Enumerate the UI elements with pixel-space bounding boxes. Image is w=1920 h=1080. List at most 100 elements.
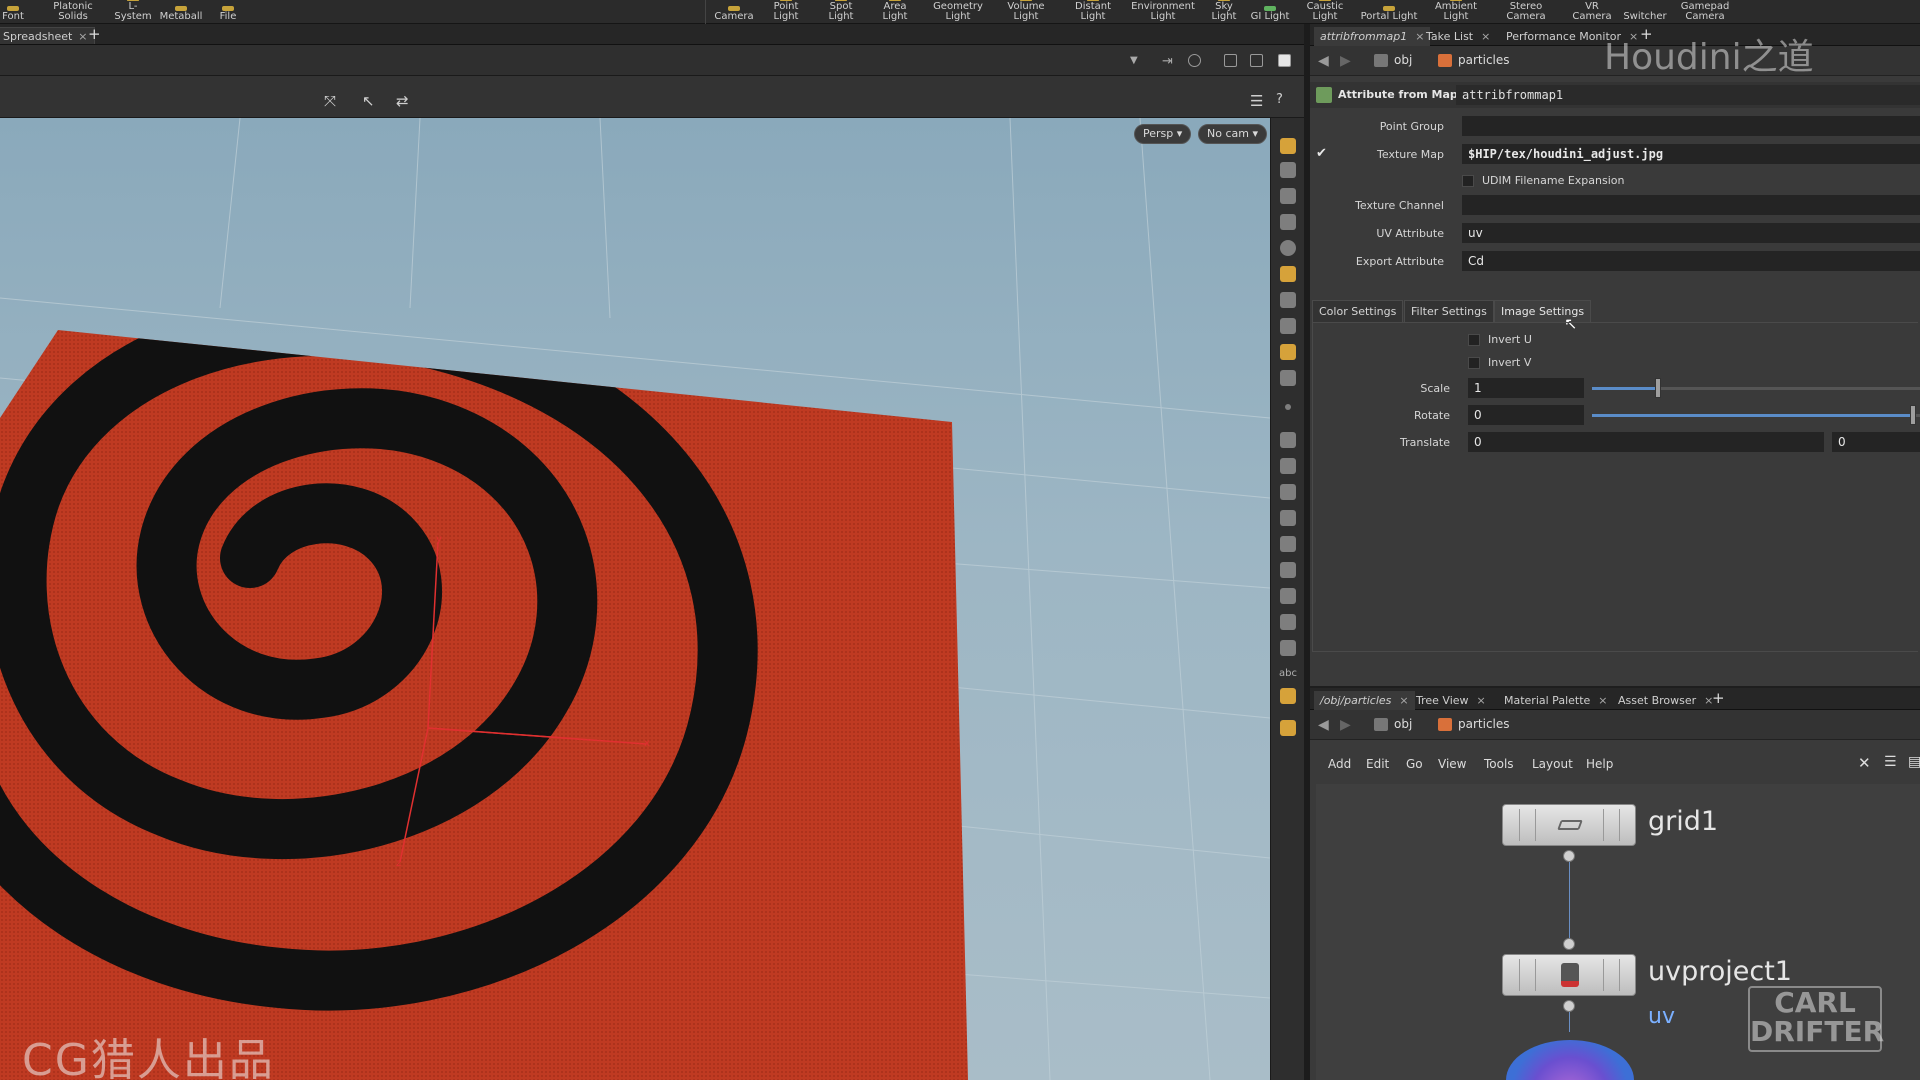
udim-checkbox[interactable] — [1462, 175, 1474, 187]
display-options-icon[interactable] — [1224, 54, 1237, 67]
node-grid1-output[interactable] — [1563, 850, 1575, 862]
shelf-tool-camera[interactable]: Camera — [714, 0, 754, 24]
text-display-toggle[interactable]: abc — [1279, 668, 1297, 679]
shelf-tool-gi-light[interactable]: GI Light — [1250, 0, 1290, 24]
view-options-icon[interactable]: ☰ — [1250, 92, 1263, 110]
menu-view[interactable]: View — [1438, 757, 1466, 771]
light-icon[interactable] — [1280, 266, 1296, 282]
corner-icon[interactable] — [1280, 562, 1296, 578]
rotate-slider-handle[interactable] — [1910, 405, 1916, 425]
tab-attribfrommap1[interactable]: attribfrommap1 × — [1314, 27, 1431, 46]
tab-filter-settings[interactable]: Filter Settings — [1404, 300, 1494, 322]
forward-arrow-icon[interactable]: ▶ — [1340, 53, 1351, 69]
visibility-icon[interactable] — [1280, 318, 1296, 334]
camera-menu-button[interactable]: No cam ▾ — [1198, 124, 1267, 144]
invert-u-checkbox[interactable] — [1468, 334, 1480, 346]
paint-icon[interactable] — [1280, 510, 1296, 526]
menu-layout[interactable]: Layout — [1532, 757, 1573, 771]
tab-take-list[interactable]: Take List × — [1420, 27, 1496, 46]
uv-attribute-field[interactable]: uv — [1462, 223, 1920, 243]
close-icon[interactable]: × — [1399, 694, 1408, 707]
geometry-icon[interactable] — [1280, 344, 1296, 360]
shelf-tool-vr-camera[interactable]: VR Camera — [1564, 0, 1620, 24]
forward-arrow-icon[interactable]: ▶ — [1340, 717, 1351, 733]
texture-channel-field[interactable] — [1462, 195, 1920, 215]
menu-go[interactable]: Go — [1406, 757, 1423, 771]
background-image-icon[interactable] — [1280, 688, 1296, 704]
shelf-tool-area-light[interactable]: Area Light — [870, 0, 920, 24]
normals-icon[interactable] — [1280, 370, 1296, 386]
shelf-tool-sky-light[interactable]: Sky Light — [1202, 0, 1246, 24]
help-icon[interactable]: ? — [1276, 92, 1283, 107]
shelf-tool-lsystem[interactable]: L-System — [110, 0, 156, 24]
breadcrumb-particles[interactable]: particles — [1438, 717, 1510, 731]
3d-viewport[interactable]: y x z Persp ▾ No cam ▾ CG猎人出品 — [0, 118, 1270, 1080]
breadcrumb-obj[interactable]: obj — [1374, 53, 1412, 67]
translate-y-field[interactable]: 0 — [1832, 432, 1920, 452]
shelf-tool-portal-light[interactable]: Portal Light — [1360, 0, 1418, 24]
shelf-tool-geometry-light[interactable]: Geometry Light — [930, 0, 986, 24]
add-tab-button[interactable]: + — [88, 27, 101, 42]
shelf-tool-volume-light[interactable]: Volume Light — [996, 0, 1056, 24]
node-name-field[interactable]: attribfrommap1 — [1456, 85, 1920, 105]
invert-v-checkbox[interactable] — [1468, 357, 1480, 369]
menu-edit[interactable]: Edit — [1366, 757, 1389, 771]
transform-icon[interactable] — [1280, 588, 1296, 604]
close-icon[interactable]: × — [1598, 694, 1607, 707]
points-icon[interactable] — [1285, 404, 1291, 410]
tab-material-palette[interactable]: Material Palette × — [1498, 691, 1614, 710]
number-icon[interactable] — [1280, 484, 1296, 500]
display-icon[interactable] — [1280, 138, 1296, 154]
texture-map-field[interactable]: $HIP/tex/houdini_adjust.jpg — [1462, 144, 1920, 164]
tab-tree-view[interactable]: Tree View × — [1410, 691, 1492, 710]
scale-field[interactable]: 1 — [1468, 378, 1584, 398]
chevron-down-icon[interactable]: ▼ — [1130, 55, 1138, 66]
tab-color-settings[interactable]: Color Settings — [1312, 300, 1404, 322]
ghost-icon[interactable] — [1280, 214, 1296, 230]
tools-icon[interactable]: ✕ — [1858, 754, 1871, 772]
close-icon[interactable]: × — [78, 30, 87, 43]
node-uvproject1[interactable] — [1502, 954, 1636, 996]
node-uvproject1-input[interactable] — [1563, 938, 1575, 950]
list-icon[interactable]: ▤ — [1908, 754, 1920, 770]
shading-icon[interactable] — [1280, 240, 1296, 256]
shelf-tool-caustic-light[interactable]: Caustic Light — [1294, 0, 1356, 24]
swap-icon[interactable]: ⇄ — [396, 92, 409, 110]
handle-icon[interactable] — [1280, 614, 1296, 630]
close-icon[interactable]: × — [1477, 694, 1486, 707]
pin-icon[interactable]: ⇥ — [1162, 54, 1175, 69]
snapshot-icon[interactable] — [1250, 54, 1263, 67]
breadcrumb-obj[interactable]: obj — [1374, 717, 1412, 731]
shelf-tool-switcher[interactable]: Switcher — [1622, 0, 1668, 24]
map-pin-icon[interactable] — [1280, 720, 1296, 736]
shelf-tool-stereo-camera[interactable]: Stereo Camera — [1502, 0, 1550, 24]
node-grid1[interactable] — [1502, 804, 1636, 846]
shelf-tool-environment-light[interactable]: Environment Light — [1130, 0, 1196, 24]
snap-icon[interactable] — [1280, 162, 1296, 178]
lock-icon[interactable] — [1280, 188, 1296, 204]
close-icon[interactable]: × — [1481, 30, 1490, 43]
translate-x-field[interactable]: 0 — [1468, 432, 1824, 452]
menu-add[interactable]: Add — [1328, 757, 1351, 771]
shelf-tool-point-light[interactable]: Point Light — [760, 0, 812, 24]
shelf-tool-distant-light[interactable]: Distant Light — [1062, 0, 1124, 24]
scale-slider-handle[interactable] — [1655, 378, 1661, 398]
shelf-tool-platonic-solids[interactable]: Platonic Solids — [50, 0, 96, 24]
breadcrumb-particles[interactable]: particles — [1438, 53, 1510, 67]
shelf-tool-font[interactable]: Font — [2, 0, 24, 24]
pen-icon[interactable] — [1280, 458, 1296, 474]
pick-icon[interactable]: ↖ — [362, 92, 375, 110]
link-icon[interactable] — [1188, 54, 1201, 67]
tab-asset-browser[interactable]: Asset Browser × — [1612, 691, 1719, 710]
back-arrow-icon[interactable]: ◀ — [1318, 53, 1329, 69]
brush-icon[interactable] — [1280, 432, 1296, 448]
tab-obj-particles[interactable]: /obj/particles × — [1314, 691, 1415, 710]
box-icon[interactable] — [1280, 640, 1296, 656]
node-uvproject1-output[interactable] — [1563, 1000, 1575, 1012]
shelf-tool-spot-light[interactable]: Spot Light — [816, 0, 866, 24]
select-mode-icon[interactable]: ⤧ — [324, 92, 336, 110]
shelf-tool-metaball[interactable]: Metaball — [160, 0, 202, 24]
point-group-field[interactable] — [1462, 116, 1920, 136]
shelf-tool-gamepad-camera[interactable]: Gamepad Camera — [1678, 0, 1732, 24]
export-attribute-field[interactable]: Cd — [1462, 251, 1920, 271]
